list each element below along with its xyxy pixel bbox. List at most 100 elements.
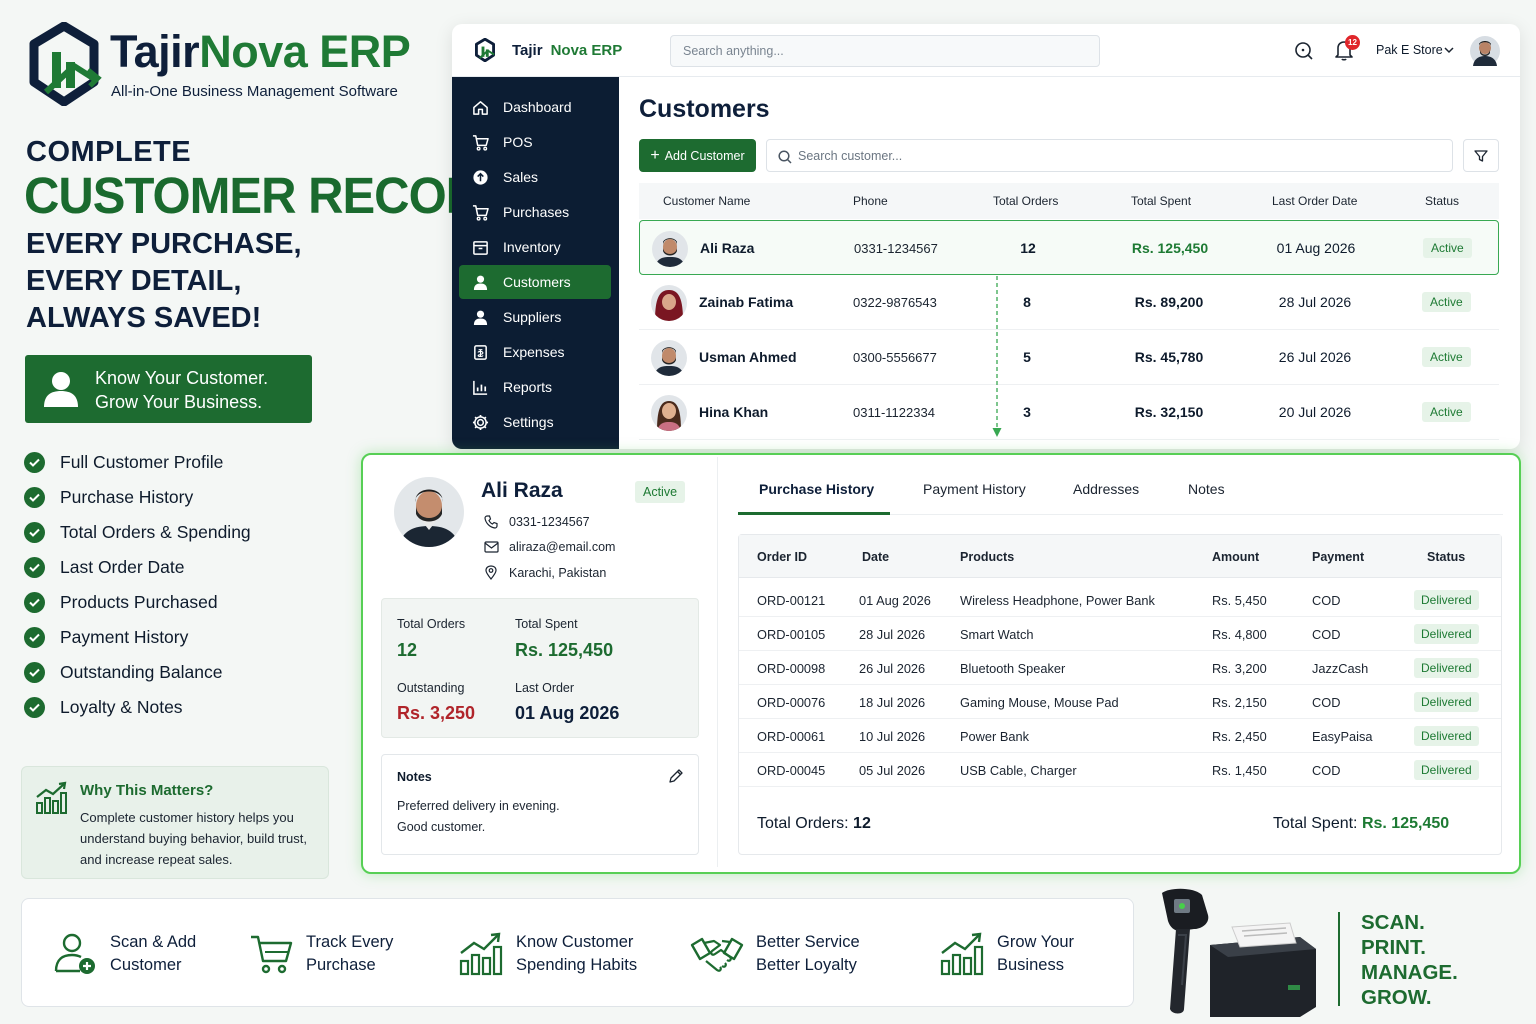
sidebar-item-label: Settings <box>503 414 554 430</box>
status-badge: Delivered <box>1414 692 1479 712</box>
brand-logo: TajirNova ERP All-in-One Business Manage… <box>26 22 426 112</box>
customer-phone-cell: 0311-1122334 <box>853 405 935 420</box>
sidebar-item-reports[interactable]: Reports <box>459 370 611 404</box>
table-row[interactable]: ORD-00098 26 Jul 2026 Bluetooth Speaker Rs.… <box>739 651 1501 685</box>
table-row[interactable]: Zainab Fatima 0322-9876543 8 Rs. 89,200 28 J… <box>639 275 1499 330</box>
sales-icon <box>472 169 488 185</box>
tab-payment-history[interactable]: Payment History <box>923 481 1026 497</box>
order-products-cell: Wireless Headphone, Power Bank <box>960 593 1155 608</box>
global-search-input[interactable]: Search anything... <box>670 35 1100 67</box>
order-payment-cell: COD <box>1312 695 1341 710</box>
customer-email: aliraza@email.com <box>483 540 615 554</box>
column-header-total-spent[interactable]: Total Spent <box>1131 194 1191 208</box>
order-date-cell: 18 Jul 2026 <box>859 695 926 710</box>
closing-tagline: SCAN. PRINT. MANAGE. GROW. <box>1361 910 1458 1010</box>
customer-phone-cell: 0331-1234567 <box>854 241 938 256</box>
tagline-grow: GROW. <box>1361 986 1432 1009</box>
sidebar-item-settings[interactable]: Settings <box>459 405 611 439</box>
feature-purchase-history: Purchase History <box>24 480 251 515</box>
check-circle-icon <box>24 592 45 613</box>
tab-purchase-history[interactable]: Purchase History <box>759 481 874 497</box>
benefit-line2: Business <box>997 955 1064 974</box>
status-badge: Active <box>635 481 686 503</box>
notification-badge: 12 <box>1345 35 1360 50</box>
footer-total-orders: Total Orders: 12 <box>757 815 871 832</box>
benefit-track-every-purchase: Track Every Purchase <box>248 899 393 1008</box>
app-brand[interactable]: Tajir Nova ERP <box>474 38 622 62</box>
customer-search-input[interactable]: Search customer... <box>766 139 1453 172</box>
tab-addresses[interactable]: Addresses <box>1073 481 1139 497</box>
phone-icon <box>484 515 498 529</box>
table-row[interactable]: Usman Ahmed 0300-5556677 5 Rs. 45,780 26 Jul… <box>639 330 1499 385</box>
order-amount-cell: Rs. 2,450 <box>1212 729 1267 744</box>
column-header-payment[interactable]: Payment <box>1312 550 1364 564</box>
search-icon[interactable] <box>1294 41 1314 61</box>
customer-name-cell: Ali Raza <box>700 240 755 256</box>
sidebar-item-customers[interactable]: Customers <box>459 265 611 299</box>
table-row[interactable]: Hina Khan 0311-1122334 3 Rs. 32,150 20 Jul 2… <box>639 385 1499 440</box>
customer-orders-cell: 12 <box>1020 240 1036 256</box>
column-header-status[interactable]: Status <box>1427 550 1465 564</box>
table-row[interactable]: ORD-00045 05 Jul 2026 USB Cable, Charger Rs… <box>739 753 1501 787</box>
status-badge: Delivered <box>1414 760 1479 780</box>
growth-chart-icon <box>36 781 67 814</box>
customer-spent-cell: Rs. 89,200 <box>1134 294 1204 310</box>
sidebar-item-inventory[interactable]: Inventory <box>459 230 611 264</box>
column-header-phone[interactable]: Phone <box>853 194 888 208</box>
column-header-order-id[interactable]: Order ID <box>757 550 807 564</box>
table-row[interactable]: ORD-00076 18 Jul 2026 Gaming Mouse, Mouse … <box>739 685 1501 719</box>
add-customer-button[interactable]: + Add Customer <box>639 139 756 172</box>
order-amount-cell: Rs. 1,450 <box>1212 763 1267 778</box>
customer-avatar <box>651 285 687 321</box>
order-id-cell: ORD-00045 <box>757 763 826 778</box>
page-title: Customers <box>639 95 770 123</box>
headline-line1: COMPLETE <box>26 136 192 168</box>
column-header-products[interactable]: Products <box>960 550 1014 564</box>
column-header-status[interactable]: Status <box>1425 194 1459 208</box>
active-tab-indicator <box>738 512 890 515</box>
customer-last-order-cell: 28 Jul 2026 <box>1278 294 1352 310</box>
table-row[interactable]: Ali Raza 0331-1234567 12 Rs. 125,450 01 Aug … <box>639 220 1499 275</box>
stat-outstanding-value: Rs. 3,250 <box>397 703 476 723</box>
customer-name-cell: Hina Khan <box>699 404 769 420</box>
know-customer-banner: Know Your Customer. Grow Your Business. <box>25 355 312 423</box>
customer-spent-cell: Rs. 45,780 <box>1134 349 1204 365</box>
sidebar-item-label: Inventory <box>503 239 561 255</box>
edit-icon[interactable] <box>668 768 684 784</box>
home-icon <box>472 100 488 115</box>
sidebar-item-purchases[interactable]: Purchases <box>459 195 611 229</box>
sidebar-item-expenses[interactable]: Expenses <box>459 335 611 369</box>
sidebar-item-label: Expenses <box>503 344 565 360</box>
column-header-total-orders[interactable]: Total Orders <box>993 194 1058 208</box>
feature-payment-history: Payment History <box>24 620 251 655</box>
filter-button[interactable] <box>1463 139 1499 172</box>
sidebar-item-sales[interactable]: Sales <box>459 160 611 194</box>
footer-total-spent: Total Spent: Rs. 125,450 <box>1273 815 1450 832</box>
sidebar-item-dashboard[interactable]: Dashboard <box>459 90 611 124</box>
store-selector[interactable]: Pak E Store <box>1376 43 1443 57</box>
chevron-down-icon[interactable] <box>1444 46 1454 54</box>
banner-line2: Grow Your Business. <box>95 392 263 412</box>
feature-full-customer-profile: Full Customer Profile <box>24 445 251 480</box>
column-header-customer-name[interactable]: Customer Name <box>663 194 750 208</box>
user-icon <box>473 275 487 290</box>
stat-outstanding-label: Outstanding <box>397 681 465 695</box>
avatar[interactable] <box>1470 36 1500 66</box>
sidebar: Dashboard POS Sales Purchases Inventory Custo… <box>452 77 619 449</box>
column-header-last-order-date[interactable]: Last Order Date <box>1272 194 1357 208</box>
sidebar-item-pos[interactable]: POS <box>459 125 611 159</box>
order-date-cell: 28 Jul 2026 <box>859 627 926 642</box>
banner-line1: Know Your Customer. <box>95 368 269 388</box>
detail-tabs: Purchase History Payment History Address… <box>738 455 1503 515</box>
benefit-line1: Track Every <box>306 932 394 951</box>
why-text: Complete customer history helps you unde… <box>80 810 307 867</box>
sidebar-item-suppliers[interactable]: Suppliers <box>459 300 611 334</box>
table-row[interactable]: ORD-00061 10 Jul 2026 Power Bank Rs. 2,450 E… <box>739 719 1501 753</box>
column-header-date[interactable]: Date <box>862 550 889 564</box>
column-header-amount[interactable]: Amount <box>1212 550 1259 564</box>
order-payment-cell: COD <box>1312 763 1341 778</box>
tab-notes[interactable]: Notes <box>1188 481 1225 497</box>
table-row[interactable]: ORD-00121 01 Aug 2026 Wireless Headphone, … <box>739 583 1501 617</box>
stat-last-order-label: Last Order <box>515 681 575 695</box>
table-row[interactable]: ORD-00105 28 Jul 2026 Smart Watch Rs. 4,800… <box>739 617 1501 651</box>
